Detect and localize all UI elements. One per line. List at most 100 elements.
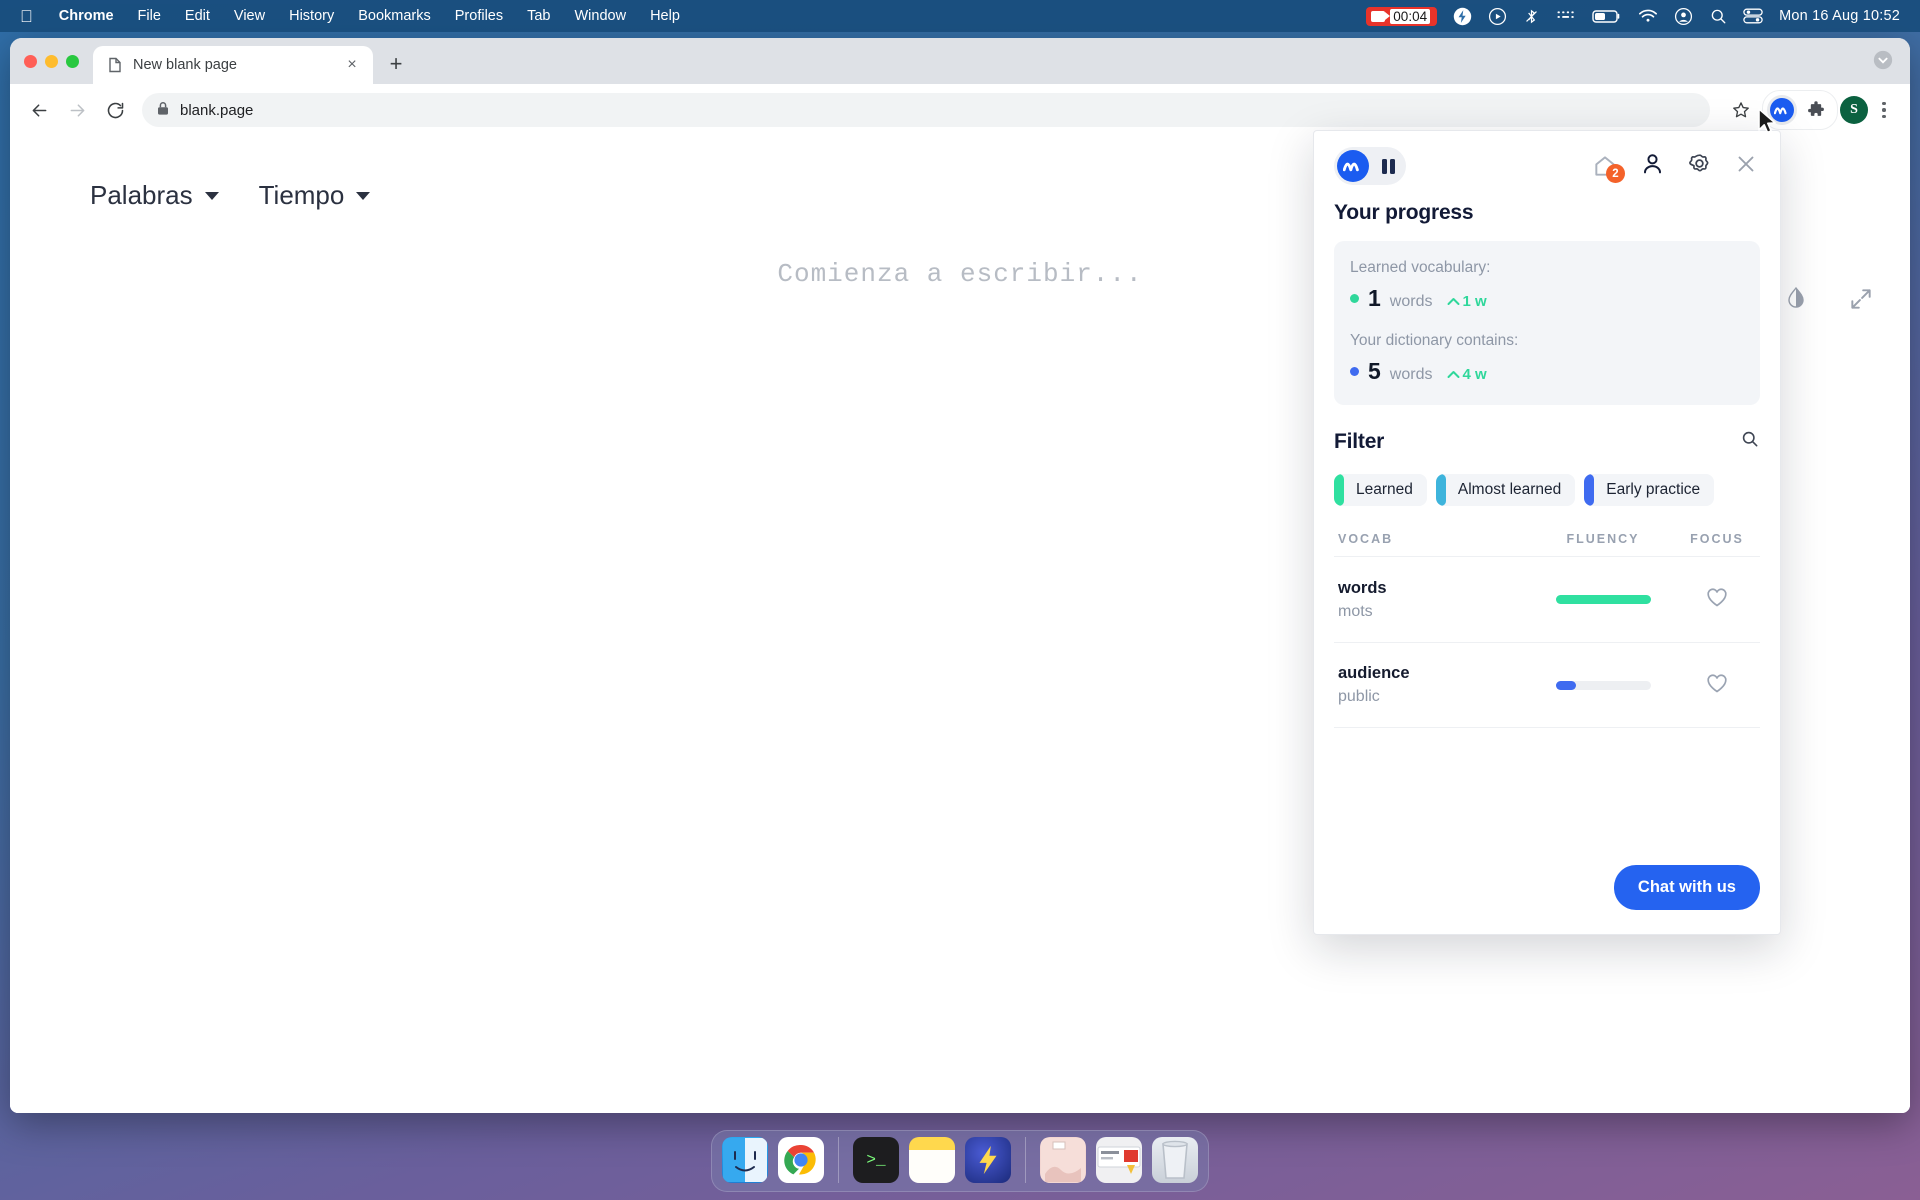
progress-title: Your progress — [1334, 201, 1474, 224]
address-bar[interactable]: blank.page — [142, 93, 1710, 127]
menubar-clock[interactable]: Mon 16 Aug 10:52 — [1779, 8, 1900, 24]
filter-chip-learned[interactable]: Learned — [1334, 474, 1427, 506]
filter-chip-almost-learned[interactable]: Almost learned — [1435, 474, 1576, 506]
dock-item-bolt-app[interactable] — [965, 1137, 1011, 1183]
window-traffic-lights — [24, 38, 93, 84]
screen-record-indicator[interactable]: 00:04 — [1366, 6, 1438, 26]
search-icon[interactable] — [1740, 429, 1760, 454]
play-circle-icon[interactable] — [1488, 7, 1507, 26]
gear-icon[interactable] — [1687, 151, 1712, 181]
dock-item-notes[interactable] — [909, 1137, 955, 1183]
extension-logo-icon[interactable] — [1337, 150, 1369, 182]
table-row[interactable]: words mots — [1334, 556, 1760, 642]
dock-item-chrome[interactable] — [778, 1137, 824, 1183]
macos-menubar:  Chrome File Edit View History Bookmark… — [0, 0, 1920, 32]
column-header-vocab: VOCAB — [1338, 532, 1394, 546]
menu-item-history[interactable]: History — [277, 8, 346, 24]
focus-cell — [1678, 586, 1756, 613]
dock-item-photos[interactable] — [1040, 1137, 1086, 1183]
menu-item-help[interactable]: Help — [638, 8, 692, 24]
fluency-cell — [1528, 595, 1678, 604]
chevron-down-icon — [204, 191, 219, 200]
heart-icon[interactable] — [1705, 588, 1729, 612]
bookmark-star-icon[interactable] — [1724, 93, 1758, 127]
profile-avatar[interactable]: S — [1840, 96, 1868, 124]
filter-title: Filter — [1334, 429, 1385, 453]
minimize-window-button[interactable] — [45, 54, 58, 68]
kebab-menu-icon[interactable] — [1870, 101, 1898, 119]
extension-buttons: S — [1762, 90, 1898, 130]
popup-header: 2 — [1314, 131, 1780, 189]
dock-item-terminal[interactable]: >_ — [853, 1137, 899, 1183]
expand-fullscreen-icon[interactable] — [1848, 286, 1874, 317]
bluetooth-off-icon[interactable] — [1523, 7, 1540, 26]
tab-strip: New blank page × + — [10, 38, 1910, 84]
learned-bullet-icon — [1350, 294, 1359, 303]
extension-logo-icon[interactable] — [1767, 95, 1797, 125]
learned-count: 1 — [1368, 285, 1381, 311]
menu-item-bookmarks[interactable]: Bookmarks — [346, 8, 443, 24]
page-right-tools — [1784, 286, 1874, 317]
keyboard-brightness-icon[interactable] — [1556, 8, 1576, 24]
extension-pinned-pill — [1762, 90, 1838, 130]
search-icon[interactable] — [1709, 7, 1727, 25]
popup-header-actions: 2 — [1592, 151, 1758, 183]
close-icon[interactable] — [1734, 152, 1758, 181]
page-icon — [107, 57, 123, 73]
fluency-bar-fill — [1555, 595, 1651, 604]
puzzle-icon[interactable] — [1799, 93, 1833, 127]
vocab-translation: public — [1338, 688, 1380, 705]
account-icon[interactable] — [1640, 151, 1665, 181]
trend-up-icon — [1447, 298, 1460, 305]
home-badge-count: 2 — [1606, 164, 1625, 183]
fluency-cell — [1528, 680, 1678, 690]
menu-item-window[interactable]: Window — [563, 8, 639, 24]
menu-item-profiles[interactable]: Profiles — [443, 8, 515, 24]
recording-timer: 00:04 — [1390, 8, 1431, 24]
maximize-window-button[interactable] — [66, 54, 79, 68]
new-tab-button[interactable]: + — [379, 47, 413, 81]
menu-item-file[interactable]: File — [126, 8, 173, 24]
filter-chips: Learned Almost learned Early practice — [1334, 474, 1760, 506]
dock-divider — [838, 1137, 839, 1183]
dropdown-tiempo[interactable]: Tiempo — [259, 180, 371, 211]
account-icon[interactable] — [1674, 7, 1693, 26]
tab-search-chevron-icon[interactable] — [1872, 49, 1910, 84]
chip-label: Almost learned — [1457, 481, 1562, 498]
battery-icon[interactable] — [1592, 8, 1622, 24]
heart-icon[interactable] — [1705, 673, 1729, 698]
chevron-down-icon — [356, 191, 371, 200]
brand-pause-toggle — [1334, 147, 1406, 185]
menu-item-tab[interactable]: Tab — [515, 8, 562, 24]
table-row[interactable]: audience public — [1334, 642, 1760, 728]
apple-logo-icon[interactable]:  — [14, 8, 47, 25]
dock-item-card-app[interactable] — [1096, 1137, 1142, 1183]
dock-item-finder[interactable] — [722, 1137, 768, 1183]
close-tab-button[interactable]: × — [341, 54, 363, 76]
menu-item-chrome[interactable]: Chrome — [47, 8, 126, 24]
vocab-translation: mots — [1338, 602, 1373, 620]
chip-color-bar — [1435, 474, 1446, 506]
reload-button[interactable] — [98, 93, 132, 127]
dock-divider — [1025, 1137, 1026, 1183]
back-button[interactable] — [22, 93, 56, 127]
pause-icon[interactable] — [1373, 150, 1403, 182]
trend-up-icon — [1447, 371, 1460, 378]
home-icon[interactable]: 2 — [1592, 153, 1625, 183]
control-center-icon[interactable] — [1743, 7, 1763, 25]
menu-item-view[interactable]: View — [222, 8, 277, 24]
close-window-button[interactable] — [24, 54, 37, 68]
chat-with-us-button[interactable]: Chat with us — [1613, 865, 1760, 910]
filter-chip-early-practice[interactable]: Early practice — [1584, 474, 1715, 506]
popup-footer: Chat with us — [1314, 843, 1780, 934]
wifi-icon[interactable] — [1638, 8, 1658, 24]
dropdown-palabras[interactable]: Palabras — [90, 180, 219, 211]
dock-item-trash[interactable] — [1152, 1137, 1198, 1183]
contrast-droplet-icon[interactable] — [1784, 286, 1808, 317]
vocab-table-header: VOCAB FLUENCY FOCUS — [1334, 532, 1760, 556]
browser-tab[interactable]: New blank page × — [93, 46, 373, 84]
bolt-icon[interactable] — [1453, 7, 1472, 26]
forward-button[interactable] — [60, 93, 94, 127]
menu-item-edit[interactable]: Edit — [173, 8, 222, 24]
learned-vocabulary-label: Learned vocabulary: — [1350, 259, 1491, 276]
